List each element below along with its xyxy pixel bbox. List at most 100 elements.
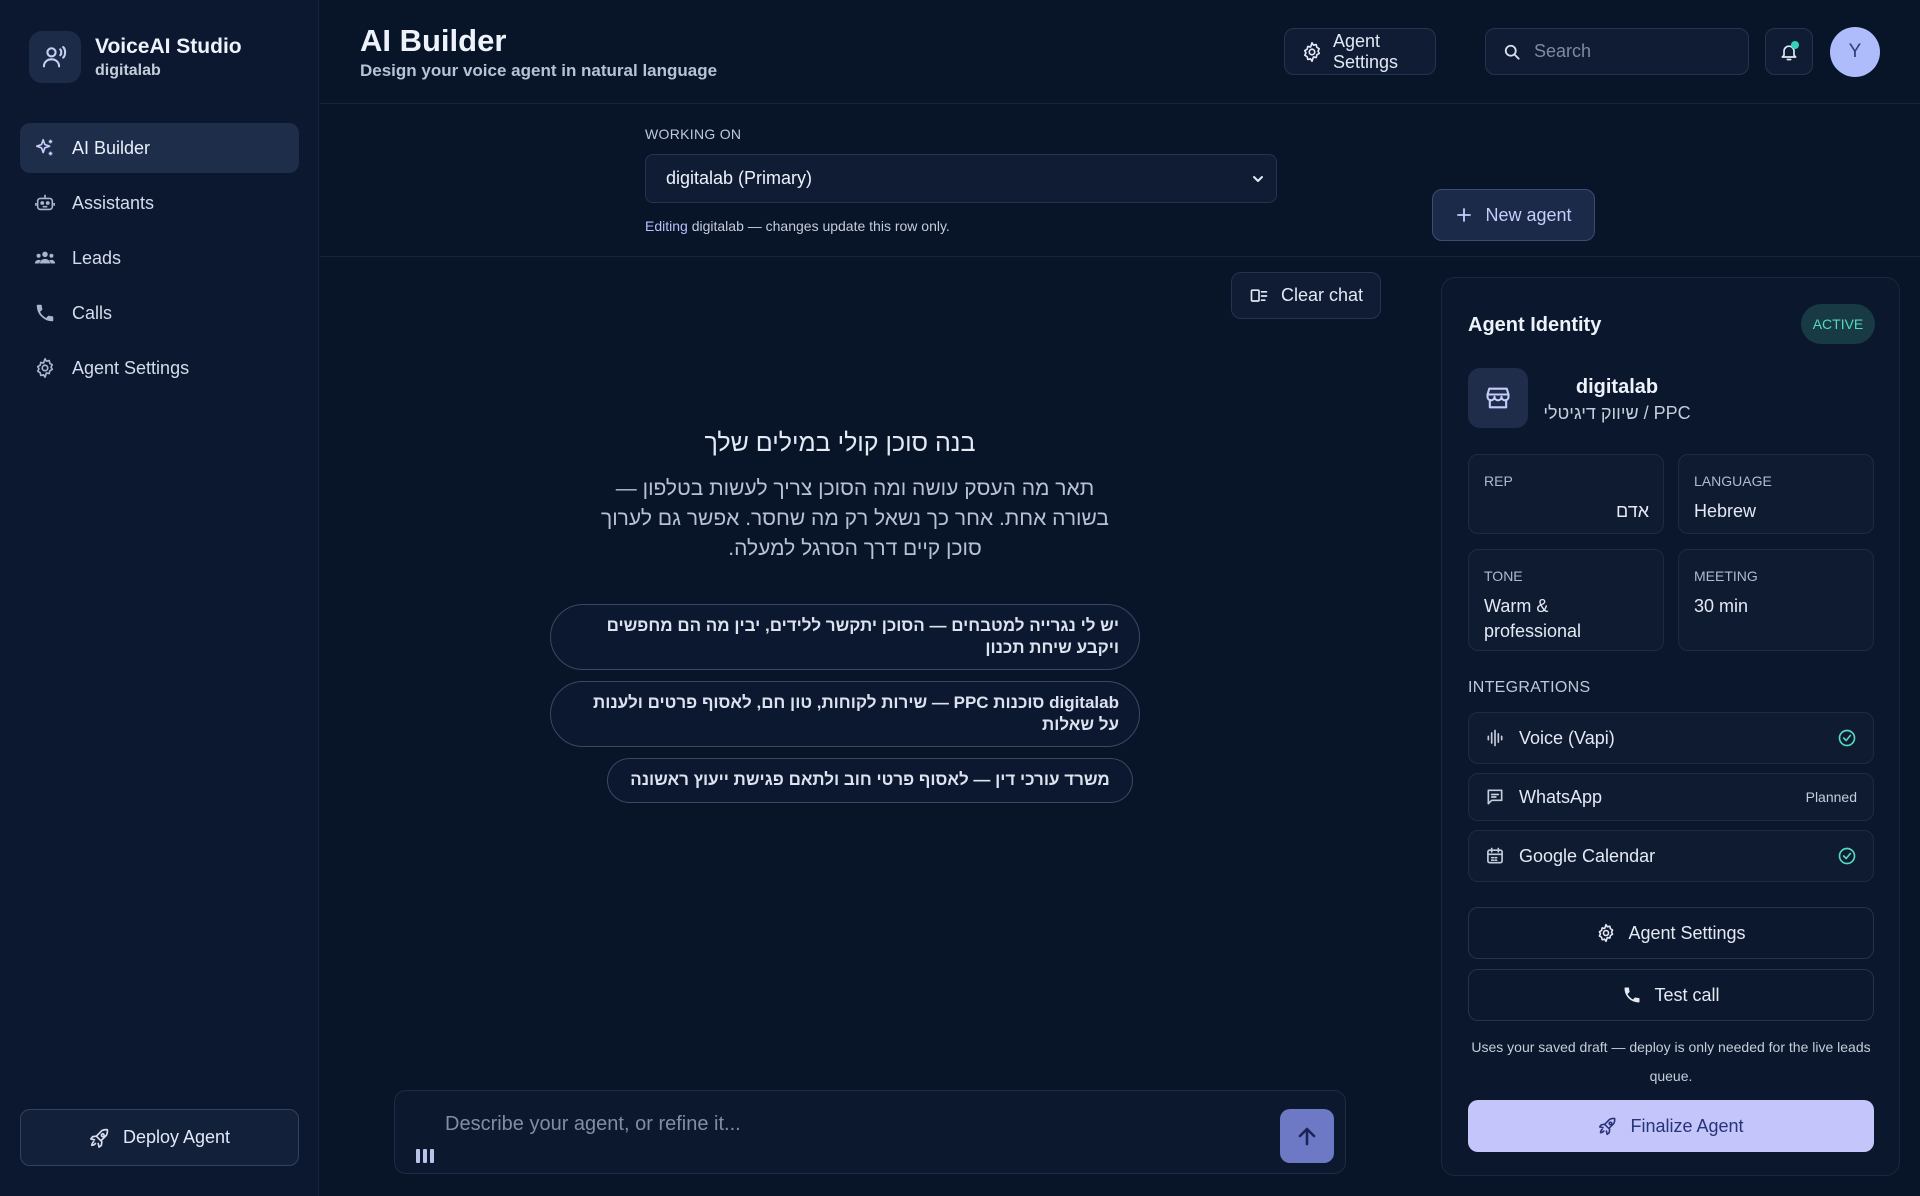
test-call-button[interactable]: Test call — [1468, 969, 1874, 1021]
clear-list-icon — [1249, 286, 1269, 306]
check-circle-icon — [1837, 728, 1857, 748]
editing-note-accent: Editing — [645, 218, 688, 234]
gear-icon — [1596, 923, 1616, 943]
deploy-agent-label: Deploy Agent — [122, 1127, 231, 1147]
tone-label: TONE — [1484, 568, 1523, 584]
tone-value: Warm & professional — [1484, 596, 1582, 641]
sparkles-icon — [34, 137, 56, 159]
phone-icon — [34, 302, 56, 324]
robot-icon — [34, 192, 56, 214]
editing-note-text: digitalab — changes update this row only… — [687, 218, 950, 234]
brand: VoiceAI Studio digitalab — [29, 31, 242, 83]
store-icon — [1468, 368, 1528, 428]
page-title: AI Builder — [360, 23, 507, 58]
hero-title: בנה סוכן קולי במילים שלך — [704, 429, 976, 457]
rocket-icon — [1598, 1116, 1618, 1136]
draft-note: Uses your saved draft — deploy is only n… — [1471, 1039, 1871, 1084]
gear-icon — [1301, 41, 1323, 63]
rep-label: REP — [1484, 473, 1513, 489]
working-on-label: WORKING ON — [645, 126, 742, 142]
voice-user-icon — [29, 31, 81, 83]
notifications-button[interactable] — [1765, 28, 1813, 75]
integrations-heading: INTEGRATIONS — [1468, 679, 1591, 696]
app-title: VoiceAI Studio — [95, 34, 242, 58]
chat-area: Clear chat בנה סוכן קולי במילים שלך תאר … — [320, 258, 1420, 1196]
test-call-label: Test call — [1654, 984, 1720, 1005]
message-input[interactable] — [445, 1113, 1245, 1136]
panel-agent-settings-button[interactable]: Agent Settings — [1468, 907, 1874, 959]
tone-field: TONE Warm & professional — [1468, 549, 1664, 651]
sidebar-nav: AI Builder Assistants Leads Calls Agent … — [20, 123, 299, 398]
chevron-down-icon — [1250, 171, 1266, 187]
new-agent-button[interactable]: New agent — [1432, 189, 1595, 241]
editing-note: Editing digitalab — changes update this … — [645, 218, 950, 234]
hero-description: תאר מה העסק עושה ומה הסוכן צריך לעשות בט… — [601, 477, 1109, 560]
notification-dot — [1791, 41, 1799, 49]
panel-agent-settings-label: Agent Settings — [1628, 922, 1746, 943]
integration-voice-vapi[interactable]: Voice (Vapi) — [1468, 712, 1874, 764]
check-circle-icon — [1837, 846, 1857, 866]
message-icon — [1485, 787, 1505, 807]
language-value: Hebrew — [1694, 501, 1757, 521]
working-on-bar: WORKING ON digitalab (Primary) Editing d… — [320, 105, 1920, 257]
sidebar-item-label: Leads — [72, 247, 122, 268]
sidebar-item-ai-builder[interactable]: AI Builder — [20, 123, 299, 173]
integration-status: Planned — [1805, 789, 1857, 805]
sidebar-item-leads[interactable]: Leads — [20, 233, 299, 283]
integration-google-calendar[interactable]: Google Calendar — [1468, 830, 1874, 882]
sidebar-item-label: Assistants — [72, 192, 155, 213]
language-field: LANGUAGE Hebrew — [1678, 454, 1874, 534]
agent-select-value: digitalab (Primary) — [666, 168, 813, 188]
sidebar-item-assistants[interactable]: Assistants — [20, 178, 299, 228]
agent-identity-panel: Agent Identity ACTIVE digitalab PPC / שי… — [1441, 277, 1900, 1176]
workspace-name: digitalab — [95, 61, 161, 79]
rep-value: אדם — [1616, 501, 1649, 521]
header-agent-settings-label: Agent Settings — [1333, 30, 1399, 72]
header-agent-settings-button[interactable]: Agent Settings — [1284, 28, 1436, 75]
audio-wave-icon — [1485, 728, 1505, 748]
finalize-agent-button[interactable]: Finalize Agent — [1468, 1100, 1874, 1152]
calendar-icon — [1485, 846, 1505, 866]
panel-title: Agent Identity — [1468, 314, 1602, 336]
message-composer — [394, 1090, 1346, 1174]
send-button[interactable] — [1280, 1109, 1334, 1163]
search-icon — [1502, 42, 1522, 62]
sidebar-item-label: AI Builder — [72, 137, 151, 158]
user-avatar[interactable]: Y — [1830, 27, 1880, 77]
sidebar: VoiceAI Studio digitalab AI Builder Assi… — [0, 0, 319, 1196]
voice-input-icon[interactable] — [416, 1149, 434, 1163]
sidebar-item-agent-settings[interactable]: Agent Settings — [20, 343, 299, 393]
language-label: LANGUAGE — [1694, 473, 1772, 489]
suggestion-chip[interactable]: יש לי נגרייה למטבחים — הסוכן יתקשר ללידי… — [550, 604, 1140, 670]
page-subtitle: Design your voice agent in natural langu… — [360, 61, 718, 80]
arrow-up-icon — [1295, 1124, 1319, 1148]
integration-name: WhatsApp — [1519, 786, 1603, 807]
phone-icon — [1622, 985, 1642, 1005]
sidebar-item-calls[interactable]: Calls — [20, 288, 299, 338]
finalize-agent-label: Finalize Agent — [1630, 1115, 1744, 1136]
deploy-agent-button[interactable]: Deploy Agent — [20, 1109, 299, 1166]
sidebar-item-label: Calls — [72, 302, 113, 323]
search-input[interactable] — [1534, 41, 1734, 62]
plus-icon — [1455, 206, 1473, 224]
suggestion-chip[interactable]: משרד עורכי דין — לאסוף פרטי חוב ולתאם פג… — [607, 758, 1133, 803]
new-agent-label: New agent — [1485, 204, 1572, 225]
integration-whatsapp[interactable]: WhatsApp Planned — [1468, 773, 1874, 821]
gear-icon — [34, 357, 56, 379]
meeting-field: MEETING 30 min — [1678, 549, 1874, 651]
clear-chat-button[interactable]: Clear chat — [1231, 272, 1381, 319]
integration-name: Voice (Vapi) — [1519, 727, 1615, 748]
meeting-label: MEETING — [1694, 568, 1758, 584]
integration-name: Google Calendar — [1519, 845, 1656, 866]
status-badge: ACTIVE — [1801, 304, 1875, 344]
rocket-icon — [89, 1127, 111, 1149]
meeting-value: 30 min — [1694, 596, 1749, 616]
users-icon — [34, 247, 56, 269]
agent-name: digitalab — [1575, 376, 1659, 398]
top-header: AI Builder Design your voice agent in na… — [320, 0, 1920, 104]
agent-category: PPC / שיווק דיגיטלי — [1543, 403, 1691, 423]
suggestion-chip[interactable]: digitalab סוכנות PPC — שירות לקוחות, טון… — [550, 681, 1140, 747]
clear-chat-label: Clear chat — [1280, 285, 1364, 305]
search-box[interactable] — [1485, 28, 1749, 75]
agent-select[interactable]: digitalab (Primary) — [645, 154, 1277, 203]
